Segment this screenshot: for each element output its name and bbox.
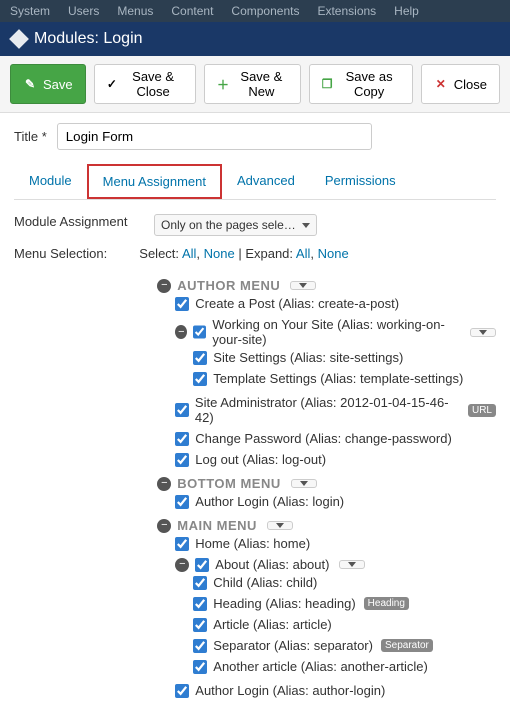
module-assignment-label: Module Assignment (14, 214, 154, 236)
menu-item-checkbox[interactable] (193, 618, 207, 632)
menu-item-checkbox[interactable] (193, 660, 207, 674)
menu-item-label: Change Password (Alias: change-password) (195, 431, 452, 446)
menu-item-label: Another article (Alias: another-article) (213, 659, 428, 674)
tab-menu-assignment[interactable]: Menu Assignment (87, 164, 222, 199)
page-header: Modules: Login (0, 22, 510, 56)
tabs: Module Menu Assignment Advanced Permissi… (14, 164, 496, 200)
menu-item-checkbox[interactable] (195, 558, 209, 572)
menu-item-label: Separator (Alias: separator) (213, 638, 373, 653)
collapse-toggle[interactable] (157, 279, 171, 293)
tab-permissions[interactable]: Permissions (310, 164, 411, 199)
menu-item-label: Working on Your Site (Alias: working-on-… (212, 317, 460, 347)
module-icon (9, 29, 29, 49)
plus-icon (217, 77, 229, 91)
topmenu-item[interactable]: Users (68, 4, 99, 18)
menu-selection-row: Menu Selection: Select: All, None | Expa… (14, 246, 496, 704)
pencil-icon (23, 77, 37, 91)
save-new-button[interactable]: Save & New (204, 64, 301, 104)
select-all-link[interactable]: All (182, 246, 196, 261)
collapse-toggle[interactable] (175, 558, 189, 572)
menu-item-label: Author Login (Alias: login) (195, 494, 344, 509)
module-assignment-select[interactable]: Only on the pages sele… (154, 214, 317, 236)
menu-category: MAIN MENU (177, 518, 257, 533)
close-icon (434, 77, 448, 91)
title-label: Title * (14, 129, 47, 144)
collapse-toggle[interactable] (175, 325, 187, 339)
topmenu-item[interactable]: Components (231, 4, 299, 18)
menu-item-checkbox[interactable] (175, 537, 189, 551)
menu-item-label: Author Login (Alias: author-login) (195, 683, 385, 698)
topmenu-item[interactable]: Content (171, 4, 213, 18)
menu-item-label: Child (Alias: child) (213, 575, 317, 590)
category-dropdown[interactable] (290, 281, 316, 290)
page-title-text: Modules: Login (34, 30, 143, 48)
menu-item-checkbox[interactable] (175, 495, 189, 509)
menu-item-checkbox[interactable] (175, 453, 189, 467)
category-dropdown[interactable] (291, 479, 317, 488)
collapse-toggle[interactable] (157, 477, 171, 491)
save-copy-button[interactable]: Save as Copy (309, 64, 413, 104)
expand-all-link[interactable]: All (296, 246, 310, 261)
topmenu-item[interactable]: Menus (117, 4, 153, 18)
menu-item-checkbox[interactable] (193, 576, 207, 590)
menu-item-label: Heading (Alias: heading) (213, 596, 355, 611)
menu-item-label: Create a Post (Alias: create-a-post) (195, 296, 399, 311)
menu-item-label: Home (Alias: home) (195, 536, 310, 551)
menu-item-label: Template Settings (Alias: template-setti… (213, 371, 463, 386)
menu-item-label: Log out (Alias: log-out) (195, 452, 326, 467)
close-button[interactable]: Close (421, 64, 500, 104)
menu-item-checkbox[interactable] (175, 432, 189, 446)
category-dropdown[interactable] (267, 521, 293, 530)
page-title: Modules: Login (12, 30, 143, 48)
save-close-button[interactable]: Save & Close (94, 64, 196, 104)
menu-category: BOTTOM MENU (177, 476, 280, 491)
module-assignment-row: Module Assignment Only on the pages sele… (14, 214, 496, 236)
collapse-toggle[interactable] (157, 519, 171, 533)
item-dropdown[interactable] (339, 560, 365, 569)
menu-item-checkbox[interactable] (193, 597, 207, 611)
menu-item-checkbox[interactable] (193, 639, 207, 653)
content-area: Title * Module Menu Assignment Advanced … (0, 113, 510, 724)
save-button[interactable]: Save (10, 64, 86, 104)
menu-item-checkbox[interactable] (193, 325, 206, 339)
title-row: Title * (14, 123, 496, 150)
type-badge: Heading (364, 597, 409, 610)
tab-advanced[interactable]: Advanced (222, 164, 310, 199)
expand-none-link[interactable]: None (318, 246, 349, 261)
menu-item-checkbox[interactable] (175, 297, 189, 311)
menu-item-label: Site Administrator (Alias: 2012-01-04-15… (195, 395, 460, 425)
type-badge: Separator (381, 639, 433, 652)
admin-top-menu: System Users Menus Content Components Extensi… (0, 0, 510, 22)
menu-item-checkbox[interactable] (193, 351, 207, 365)
check-icon (107, 77, 118, 91)
menu-selection-label: Menu Selection: (14, 246, 139, 704)
copy-icon (322, 77, 333, 91)
title-input[interactable] (57, 123, 372, 150)
menu-item-checkbox[interactable] (193, 372, 207, 386)
chevron-down-icon (302, 223, 310, 228)
toolbar: Save Save & Close Save & New Save as Cop… (0, 56, 510, 113)
tab-module[interactable]: Module (14, 164, 87, 199)
type-badge: URL (468, 404, 496, 417)
select-none-link[interactable]: None (204, 246, 235, 261)
menu-tree: AUTHOR MENU Create a Post (Alias: create-… (139, 275, 496, 704)
topmenu-item[interactable]: Help (394, 4, 419, 18)
menu-item-label: Site Settings (Alias: site-settings) (213, 350, 403, 365)
topmenu-item[interactable]: System (10, 4, 50, 18)
item-dropdown[interactable] (470, 328, 496, 337)
topmenu-item[interactable]: Extensions (317, 4, 376, 18)
menu-item-label: Article (Alias: article) (213, 617, 331, 632)
menu-selection-controls: Select: All, None | Expand: All, None AU… (139, 246, 496, 704)
menu-item-label: About (Alias: about) (215, 557, 329, 572)
menu-category: AUTHOR MENU (177, 278, 280, 293)
menu-item-checkbox[interactable] (175, 403, 189, 417)
menu-item-checkbox[interactable] (175, 684, 189, 698)
